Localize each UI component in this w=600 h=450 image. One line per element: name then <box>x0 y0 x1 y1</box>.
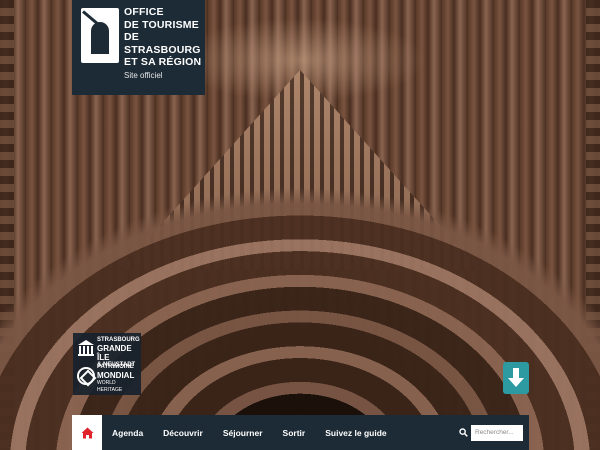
logo-line: OFFICE <box>124 6 164 18</box>
search-icon <box>459 428 468 437</box>
search-button[interactable] <box>458 426 469 440</box>
main-navigation: Agenda Découvrir Séjourner Sortir Suivez… <box>72 415 529 450</box>
site-logo[interactable]: OFFICE DE TOURISME DE STRASBOURG ET SA R… <box>72 0 205 95</box>
pillar-decoration <box>586 0 600 450</box>
unesco-line: PATRIMOINE <box>97 364 134 370</box>
logo-line: DE TOURISME <box>124 18 199 31</box>
unesco-text-bottom: PATRIMOINE MONDIAL WORLD HERITAGE <box>97 364 141 394</box>
nav-menu: Agenda Découvrir Séjourner Sortir Suivez… <box>102 415 397 450</box>
logo-line: ET SA RÉGION <box>124 56 202 68</box>
unesco-line: GRANDE ÎLE <box>97 344 132 362</box>
home-icon <box>81 427 93 438</box>
world-heritage-icon <box>77 367 95 385</box>
arrow-down-icon <box>508 368 524 387</box>
logo-line: DE STRASBOURG <box>124 31 201 56</box>
nav-item-sortir[interactable]: Sortir <box>273 428 316 438</box>
unesco-line: STRASBOURG <box>97 337 140 343</box>
tourism-logo-icon <box>81 8 119 63</box>
logo-title: OFFICE DE TOURISME DE STRASBOURG ET SA R… <box>124 6 205 69</box>
unesco-line: MONDIAL <box>97 371 135 380</box>
search-area <box>458 424 529 441</box>
nav-item-decouvrir[interactable]: Découvrir <box>153 428 213 438</box>
nav-item-sejourner[interactable]: Séjourner <box>213 428 273 438</box>
logo-subtitle: Site officiel <box>124 71 163 80</box>
unesco-line: WORLD HERITAGE <box>97 380 123 393</box>
pillar-decoration <box>0 0 14 450</box>
nav-item-agenda[interactable]: Agenda <box>102 428 153 438</box>
home-button[interactable] <box>72 415 102 450</box>
unesco-badge[interactable]: STRASBOURG GRANDE ÎLE & NEUSTADT PATRIMO… <box>73 333 141 395</box>
scroll-down-button[interactable] <box>503 362 529 394</box>
search-input[interactable] <box>471 424 523 441</box>
nav-item-suivez-le-guide[interactable]: Suivez le guide <box>315 428 396 438</box>
unesco-temple-icon <box>78 340 94 356</box>
